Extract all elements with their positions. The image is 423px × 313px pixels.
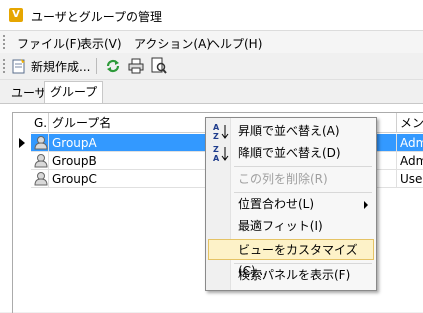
toolbar-grip-icon[interactable] — [3, 59, 7, 73]
toolbar: 新規作成... — [0, 54, 423, 80]
tab-strip: ユーザ グループ — [0, 80, 423, 104]
refresh-icon[interactable] — [104, 57, 122, 75]
new-document-icon — [12, 59, 25, 74]
current-row-indicator-icon — [19, 138, 25, 148]
menubar-grip-icon[interactable] — [3, 35, 7, 49]
menu-best-fit-label: 最適フィット(I) — [238, 219, 323, 233]
window-title: ユーザとグループの管理 — [31, 10, 163, 24]
svg-text:Z: Z — [213, 145, 219, 154]
menu-remove-column-label: この列を削除(R) — [238, 172, 328, 186]
menu-view[interactable]: 表示(V) — [80, 35, 122, 52]
svg-text:Z: Z — [213, 132, 219, 140]
menu-separator — [234, 192, 372, 193]
menu-sort-ascending[interactable]: A Z 昇順で並べ替え(A) — [208, 121, 374, 142]
sort-descending-icon: Z A — [212, 145, 230, 163]
menu-sort-descending-label: 降順で並べ替え(D) — [238, 146, 341, 160]
menu-customize-view[interactable]: ビューをカスタマイズ(C)... — [208, 239, 374, 278]
group-member-cell: User — [397, 170, 423, 188]
new-button[interactable]: 新規作成... — [11, 57, 90, 75]
new-button-label: 新規作成... — [31, 59, 91, 74]
menu-file[interactable]: ファイル(F) — [17, 35, 81, 52]
menu-separator — [234, 263, 372, 264]
app-icon: V — [9, 8, 23, 22]
svg-text:A: A — [213, 154, 220, 162]
menu-bar: ファイル(F) 表示(V) アクション(A) ヘルプ(H) — [0, 31, 423, 53]
submenu-arrow-icon — [364, 201, 368, 209]
menu-show-find-panel-label: 検索パネルを表示(F) — [238, 268, 351, 282]
column-header-type[interactable]: G. — [31, 113, 49, 133]
svg-text:A: A — [213, 123, 220, 132]
title-bar: V ユーザとグループの管理 — [0, 0, 423, 31]
menu-show-find-panel[interactable]: 検索パネルを表示(F) — [208, 265, 374, 286]
group-member-cell: Adm — [397, 152, 423, 170]
menu-action[interactable]: アクション(A) — [134, 35, 211, 52]
menu-help[interactable]: ヘルプ(H) — [208, 35, 262, 52]
menu-alignment-label: 位置合わせ(L) — [238, 197, 315, 211]
print-icon[interactable] — [127, 57, 145, 75]
print-preview-icon[interactable] — [150, 57, 168, 75]
toolbar-separator — [96, 58, 97, 74]
group-member-cell: Adm — [397, 134, 423, 152]
group-user-icon — [34, 172, 48, 186]
menu-separator — [234, 166, 372, 167]
group-user-icon — [34, 154, 48, 168]
menu-sort-ascending-label: 昇順で並べ替え(A) — [238, 124, 340, 138]
menu-best-fit[interactable]: 最適フィット(I) — [208, 216, 374, 237]
menu-sort-descending[interactable]: Z A 降順で並べ替え(D) — [208, 143, 374, 164]
column-header-member[interactable]: メンバ — [397, 113, 423, 150]
tab-groups[interactable]: グループ — [44, 81, 104, 104]
group-user-icon — [34, 136, 48, 150]
menu-remove-column[interactable]: この列を削除(R) — [208, 169, 374, 190]
menu-alignment[interactable]: 位置合わせ(L) — [208, 194, 374, 215]
sort-ascending-icon: A Z — [212, 123, 230, 141]
column-context-menu: A Z 昇順で並べ替え(A) Z A 降順で並べ替え(D) この列を削除(R) … — [205, 117, 377, 291]
